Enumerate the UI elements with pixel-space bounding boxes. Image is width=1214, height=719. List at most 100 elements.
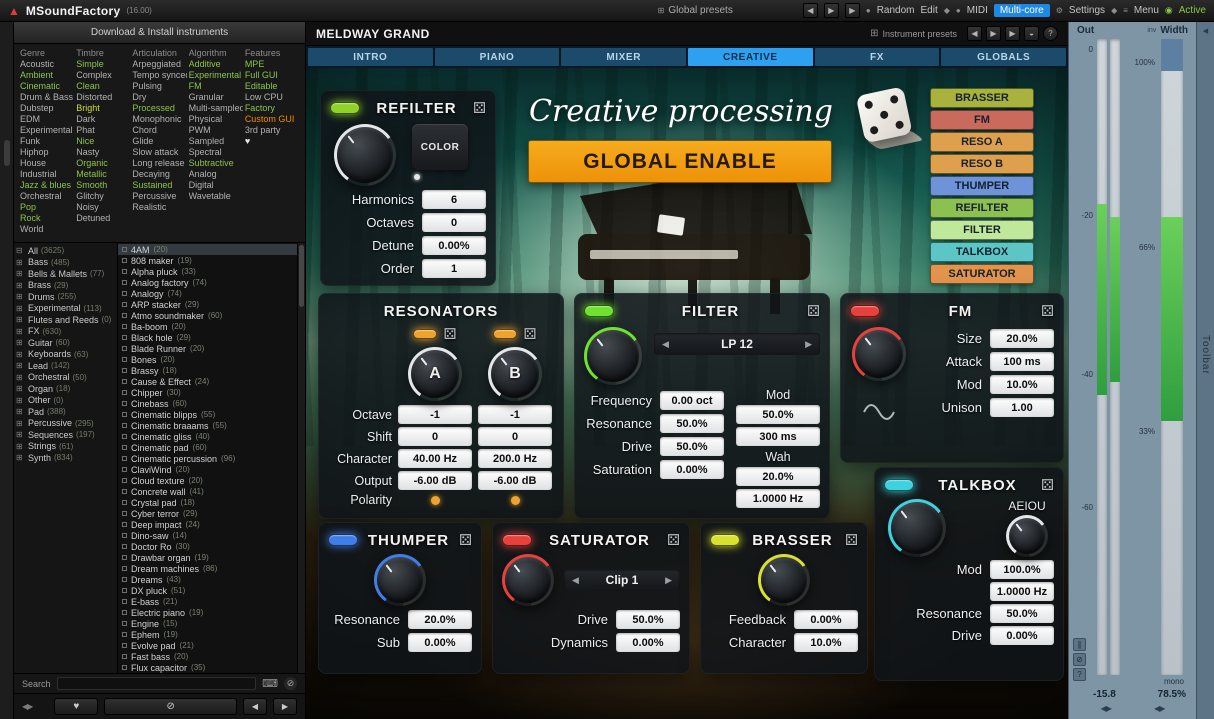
param-value-field[interactable]: 50.0% [616,610,680,629]
filter-item[interactable]: Decaying [132,169,186,180]
filter-frequency-knob[interactable] [584,327,642,385]
module-chip-refilter[interactable]: REFILTER [930,198,1034,218]
tab-piano[interactable]: PIANO [435,48,560,66]
active-toggle[interactable]: Active [1179,5,1206,16]
meter-pause-button[interactable]: ∥ [1073,638,1086,651]
filter-item[interactable]: Nice [76,136,130,147]
param-value-field[interactable]: 20.0% [990,329,1054,348]
clip-mode-selector[interactable]: ◀ Clip 1 ▶ [564,569,680,591]
param-value-field[interactable]: 0.00% [422,236,486,255]
instrument-item[interactable]: Atmo soundmaker(60) [118,310,297,321]
expander-icon[interactable]: ⊞ [16,407,25,416]
help-button[interactable]: ? [1043,26,1058,41]
filter-item[interactable]: Phat [76,125,130,136]
resonator-a-knob[interactable]: A [408,347,462,401]
resonator-b-enable-led[interactable] [493,329,517,339]
expander-icon[interactable]: ⊞ [16,453,25,462]
filter-item[interactable]: Detuned [76,213,130,224]
expander-icon[interactable]: ⊞ [16,304,25,313]
instrument-item[interactable]: 4AM(20) [118,244,297,255]
instrument-item[interactable]: DX pluck(51) [118,585,297,596]
instrument-item[interactable]: Analog factory(74) [118,277,297,288]
filter-item[interactable]: MPE [245,59,299,70]
filter-item[interactable]: Granular [189,92,243,103]
filter-item[interactable]: Jazz & blues [20,180,74,191]
param-value-field[interactable]: -6.00 dB [398,471,472,490]
refilter-main-knob[interactable] [334,124,396,186]
param-value-field[interactable]: 50.0% [660,414,724,433]
filter-item[interactable]: Percussive [132,191,186,202]
filter-item[interactable]: Spectral [189,147,243,158]
ab-compare-button[interactable]: ◒ [1024,26,1039,41]
instrument-item[interactable]: Crystal pad(18) [118,497,297,508]
randomize-icon[interactable]: ⚄ [459,531,472,549]
param-value-field[interactable]: 50.0% [990,604,1054,623]
instrument-item[interactable]: Cinematic braaams(55) [118,420,297,431]
param-value-field[interactable]: 0 [398,427,472,446]
instrument-item[interactable]: ClaviWind(20) [118,464,297,475]
fm-depth-knob[interactable] [852,327,906,381]
settings-button[interactable]: Settings [1069,5,1105,16]
collapse-toolbar-icon[interactable]: ◀ [1203,27,1208,35]
instrument-presets-button[interactable]: Instrument presets [882,29,957,39]
module-chip-brasser[interactable]: BRASSER [930,88,1034,108]
tab-mixer[interactable]: MIXER [561,48,686,66]
instrument-item[interactable]: Cinematic pad(60) [118,442,297,453]
exclude-button[interactable]: ⊘ [104,698,237,715]
instrument-item[interactable]: Bones(20) [118,354,297,365]
preset-next-button[interactable]: ▶ [986,26,1001,41]
tree-item[interactable]: ⊞Lead(142) [14,360,117,372]
saturator-enable-led[interactable] [502,534,532,546]
instrument-item[interactable]: Blade Runner(20) [118,343,297,354]
tab-creative[interactable]: CREATIVE [688,48,813,66]
param-value-field[interactable]: -1 [398,405,472,424]
prev-icon[interactable]: ◀ [662,339,669,350]
filter-item[interactable]: Pulsing [132,81,186,92]
param-value-field[interactable]: 0 [478,427,552,446]
filter-item[interactable]: Ambient [20,70,74,81]
param-value-field[interactable]: 0.00% [794,610,858,629]
tree-item[interactable]: ⊞Bass(485) [14,257,117,269]
param-value-field[interactable]: 0.00% [408,633,472,652]
filter-item[interactable]: Nasty [76,147,130,158]
module-chip-saturator[interactable]: SATURATOR [930,264,1034,284]
instrument-item[interactable]: Cyber terror(29) [118,508,297,519]
filter-item[interactable]: Experimental [189,70,243,81]
instrument-item[interactable]: Drawbar organ(19) [118,552,297,563]
instrument-item[interactable]: Cinematic gliss(40) [118,431,297,442]
tree-item[interactable]: ⊞Guitar(60) [14,337,117,349]
expander-icon[interactable]: ⊞ [16,315,25,324]
tree-item[interactable]: ⊞Drums(255) [14,291,117,303]
download-install-button[interactable]: Download & Install instruments [14,22,305,44]
instrument-item[interactable]: Ephem(19) [118,629,297,640]
refilter-color-button[interactable]: COLOR [412,124,468,170]
filter-item[interactable]: World [20,224,74,235]
param-value-field[interactable]: 0 [422,213,486,232]
filter-item[interactable]: Dry [132,92,186,103]
param-value-field[interactable]: -1 [478,405,552,424]
instrument-item[interactable]: Brassy(18) [118,365,297,376]
expander-icon[interactable]: ⊞ [16,373,25,382]
expander-icon[interactable]: ⊞ [16,281,25,290]
filter-item[interactable]: Metallic [76,169,130,180]
random-button[interactable]: Random [877,5,915,16]
param-value-field[interactable]: 20.0% [408,610,472,629]
left-edge-strip[interactable] [0,22,14,719]
instrument-item[interactable]: Concrete wall(41) [118,486,297,497]
refilter-enable-led[interactable] [330,102,360,114]
filter-item[interactable]: Factory [245,103,299,114]
midi-button[interactable]: MIDI [967,5,988,16]
filter-item[interactable]: ♥ [245,136,299,147]
preset-prev-button[interactable]: ◀ [967,26,982,41]
saturator-knob[interactable] [502,554,554,606]
filter-item[interactable]: Long release [132,158,186,169]
randomize-icon[interactable]: ⚄ [473,99,486,117]
expander-icon[interactable]: ⊞ [16,327,25,336]
instrument-item[interactable]: Analogy(74) [118,288,297,299]
expander-icon[interactable]: ⊞ [16,258,25,267]
filter-item[interactable]: Drum & Bass [20,92,74,103]
filter-item[interactable]: Orchestral [20,191,74,202]
filter-type-selector[interactable]: ◀ LP 12 ▶ [654,333,820,355]
filter-item[interactable]: Clean [76,81,130,92]
module-chip-reso-a[interactable]: RESO A [930,132,1034,152]
